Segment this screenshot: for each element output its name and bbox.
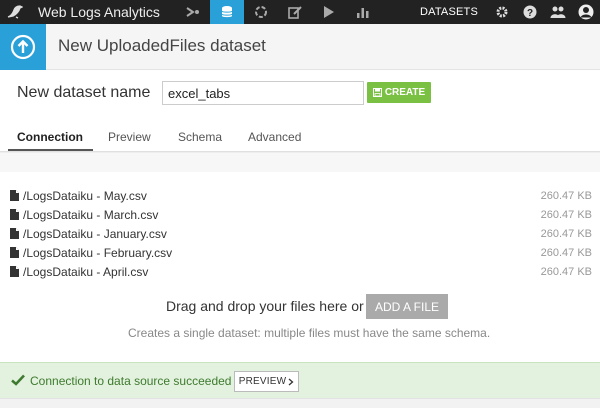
file-row: /LogsDataiku - March.csv 260.47 KB — [10, 205, 592, 224]
page-title: New UploadedFiles dataset — [58, 36, 266, 55]
file-row: /LogsDataiku - February.csv 260.47 KB — [10, 243, 592, 262]
page-header: New UploadedFiles dataset — [0, 24, 600, 70]
notebooks-icon[interactable] — [278, 0, 312, 24]
bird-logo-icon[interactable] — [0, 0, 30, 24]
file-name: /LogsDataiku - April.csv — [23, 264, 149, 279]
project-title[interactable]: Web Logs Analytics — [38, 4, 160, 20]
drop-hint: Creates a single dataset: multiple files… — [128, 326, 491, 340]
file-row: /LogsDataiku - May.csv 260.47 KB — [10, 186, 592, 205]
recipes-icon[interactable] — [244, 0, 278, 24]
file-size: 260.47 KB — [540, 208, 592, 221]
tab-schema[interactable]: Schema — [178, 130, 222, 144]
connection-status-bar: Connection to data source succeeded PREV… — [0, 362, 600, 398]
preview-button[interactable]: PREVIEW — [234, 371, 299, 392]
chevron-right-icon — [288, 378, 294, 385]
file-size: 260.47 KB — [540, 227, 592, 240]
footer-band — [0, 398, 600, 408]
jobs-icon[interactable] — [312, 0, 346, 24]
create-button-label: CREATE — [384, 87, 426, 98]
section-divider — [0, 152, 600, 172]
help-icon[interactable]: ? — [516, 0, 544, 24]
tab-preview[interactable]: Preview — [108, 130, 151, 144]
file-row: /LogsDataiku - April.csv 260.47 KB — [10, 262, 592, 281]
file-icon — [10, 266, 20, 278]
user-avatar-icon[interactable] — [572, 0, 600, 24]
check-icon — [11, 373, 25, 391]
tab-advanced[interactable]: Advanced — [248, 130, 301, 144]
file-dropzone[interactable]: /LogsDataiku - May.csv 260.47 KB /LogsDa… — [0, 172, 600, 362]
file-name: /LogsDataiku - February.csv — [23, 245, 173, 260]
file-row: /LogsDataiku - January.csv 260.47 KB — [10, 224, 592, 243]
dataset-name-label: New dataset name — [17, 84, 151, 101]
dataset-name-row: New dataset name CREATE — [0, 70, 600, 118]
create-button[interactable]: CREATE — [367, 82, 431, 103]
save-icon — [372, 88, 382, 97]
active-tab-indicator — [8, 149, 93, 151]
settings-icon[interactable] — [488, 0, 516, 24]
file-name: /LogsDataiku - May.csv — [23, 188, 147, 203]
tab-connection[interactable]: Connection — [17, 130, 83, 144]
file-name: /LogsDataiku - March.csv — [23, 207, 159, 222]
datasets-icon[interactable] — [209, 0, 244, 24]
file-icon — [10, 247, 20, 259]
file-size: 260.47 KB — [540, 189, 592, 202]
status-message: Connection to data source succeeded — [30, 374, 232, 388]
file-size: 260.47 KB — [540, 265, 592, 278]
file-icon — [10, 209, 20, 221]
nav-datasets-label[interactable]: DATASETS — [410, 0, 488, 24]
preview-button-label: PREVIEW — [238, 376, 287, 387]
drop-instructions: Drag and drop your files here or — [166, 298, 364, 314]
file-icon — [10, 190, 20, 202]
top-navbar: Web Logs Analytics DATASETS ? — [0, 0, 600, 24]
drop-row: Drag and drop your files here or ADD A F… — [0, 293, 600, 319]
upload-icon — [0, 24, 46, 70]
users-icon[interactable] — [544, 0, 572, 24]
svg-text:?: ? — [527, 8, 533, 19]
file-size: 260.47 KB — [540, 246, 592, 259]
dashboards-icon[interactable] — [346, 0, 380, 24]
file-icon — [10, 228, 20, 240]
dataset-name-input[interactable] — [162, 81, 364, 105]
flow-icon[interactable] — [176, 0, 210, 24]
file-name: /LogsDataiku - January.csv — [23, 226, 167, 241]
add-file-button[interactable]: ADD A FILE — [366, 294, 448, 319]
tab-bar: Connection Preview Schema Advanced — [0, 118, 600, 152]
